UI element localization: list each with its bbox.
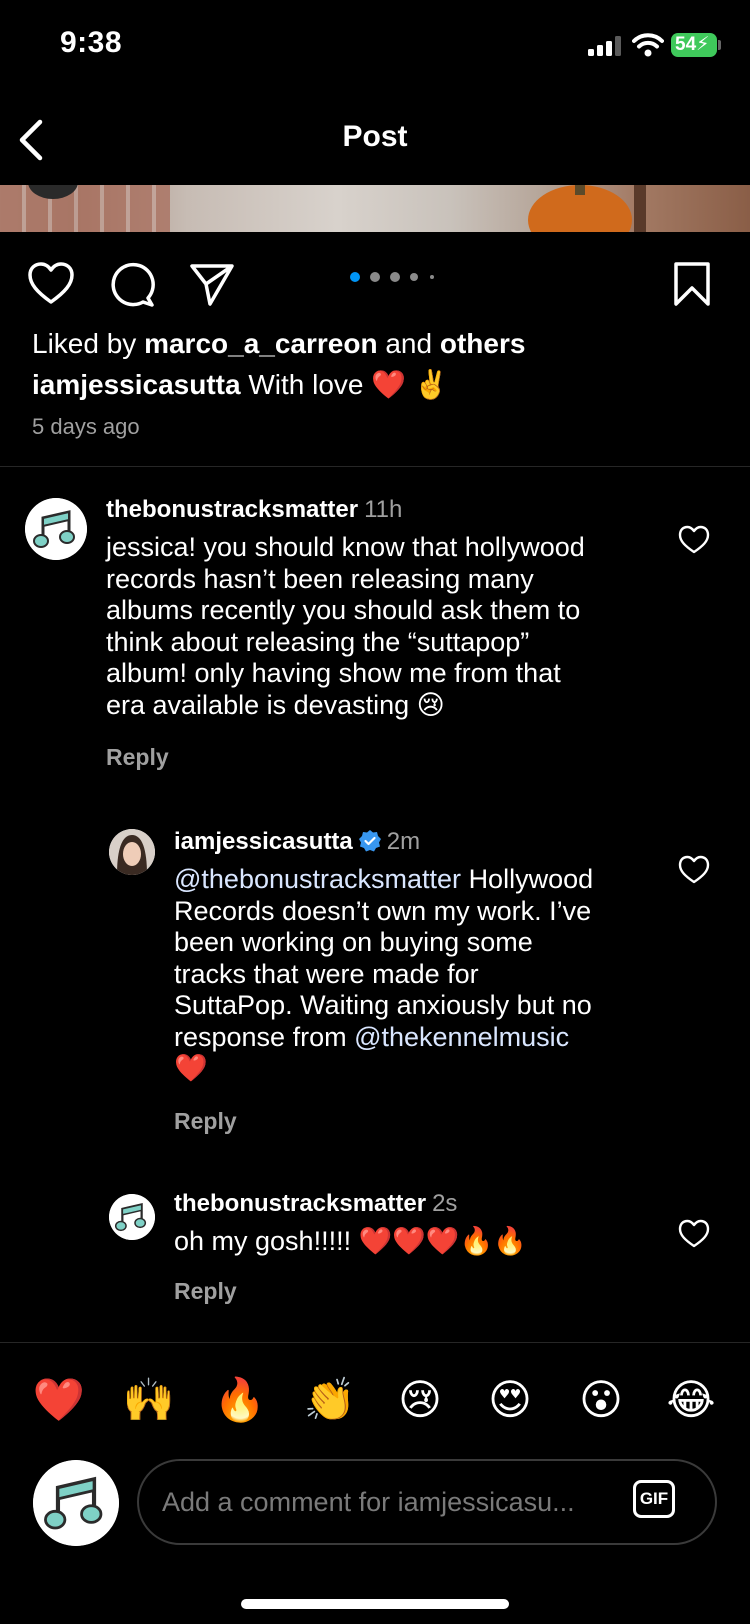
liked-mid: and	[385, 328, 433, 359]
comment-text: jessica! you should know that hollywood …	[106, 532, 646, 721]
comment-segment: Hollywood	[468, 864, 594, 894]
pumpkin-stem	[575, 185, 585, 195]
reply-button[interactable]: Reply	[106, 744, 169, 771]
caption-text: With love ❤️ ✌️	[248, 369, 449, 400]
post-time-ago: 5 days ago	[32, 414, 140, 439]
emoji-fire-button[interactable]: 🔥	[210, 1372, 270, 1428]
comment-line: album! only having show me from that	[106, 658, 561, 688]
home-indicator	[241, 1599, 509, 1609]
comment-line: SuttaPop. Waiting anxiously but no	[174, 990, 592, 1020]
liked-user-link[interactable]: marco_a_carreon	[144, 328, 377, 359]
post-image[interactable]	[0, 185, 750, 232]
comment-line: think about releasing the “suttapop”	[106, 626, 530, 657]
emoji-heart-eyes-button[interactable]: 😍	[480, 1372, 540, 1428]
caption-author-link[interactable]: iamjessicasutta	[32, 369, 241, 400]
comment-line: records hasn’t been releasing many	[106, 563, 534, 594]
verified-badge-icon	[358, 830, 381, 852]
emoji-heart-button[interactable]: ❤️	[29, 1372, 89, 1428]
comment-header: thebonustracksmatter 2s	[174, 1190, 457, 1218]
comment-like-heart-icon[interactable]	[678, 1219, 710, 1249]
bookmark-icon[interactable]	[672, 260, 712, 308]
status-time: 9:38	[60, 26, 123, 59]
battery-indicator: 54⚡	[671, 33, 717, 57]
mention-link[interactable]: @thekennelmusic	[354, 1022, 569, 1052]
comment-like-heart-icon[interactable]	[678, 855, 710, 885]
comment-input-placeholder[interactable]: Add a comment for iamjessicasu...	[162, 1487, 575, 1518]
carousel-dot	[350, 272, 360, 282]
comment-icon[interactable]	[108, 260, 156, 308]
reply-button[interactable]: Reply	[174, 1278, 237, 1305]
comment-line: @thebonustracksmatter Hollywood	[174, 864, 644, 896]
comment-username[interactable]: iamjessicasutta	[174, 828, 353, 855]
avatar[interactable]	[109, 1194, 155, 1240]
comment-username[interactable]: thebonustracksmatter	[174, 1190, 426, 1217]
comment-line: response from @thekennelmusic	[174, 1022, 644, 1054]
liked-prefix: Liked by	[32, 328, 137, 359]
comment-line: tracks that were made for	[174, 958, 479, 989]
comment-time: 2m	[386, 828, 421, 855]
comment-line: Records doesn’t own my work. I’ve	[174, 895, 592, 926]
reply-button[interactable]: Reply	[174, 1108, 237, 1135]
comment-time: 11h	[364, 496, 403, 523]
comment-line: ❤️	[174, 1053, 208, 1083]
wood-post	[634, 185, 646, 232]
divider	[0, 466, 750, 467]
like-heart-icon[interactable]	[27, 260, 75, 308]
emoji-raised-hands-button[interactable]: 🙌	[119, 1372, 179, 1428]
gif-button[interactable]: GIF	[633, 1480, 675, 1518]
comment-line: era available is devasting 😢	[106, 689, 445, 720]
carousel-dot	[410, 273, 418, 281]
mention-link[interactable]: @thebonustracksmatter	[174, 864, 461, 894]
emoji-laughing-button[interactable]: 😂	[661, 1372, 721, 1428]
comment-header: iamjessicasutta 2m	[174, 828, 420, 856]
carousel-dot	[370, 272, 380, 282]
cellular-signal-icon	[588, 36, 621, 56]
comment-segment: response from	[174, 1021, 347, 1052]
comment-line: albums recently you should ask them to	[106, 595, 581, 625]
comment-text: oh my gosh!!!!! ❤️❤️❤️🔥🔥	[174, 1226, 527, 1256]
comment-header: thebonustracksmatter 11h	[106, 496, 402, 524]
brick-wall	[0, 185, 170, 232]
page-title: Post	[342, 120, 408, 153]
divider	[0, 1342, 750, 1343]
likes-summary[interactable]: Liked by marco_a_carreon and others	[32, 328, 525, 360]
comment-like-heart-icon[interactable]	[678, 525, 710, 555]
comment-line: been working on buying some	[174, 927, 533, 957]
my-avatar[interactable]	[33, 1460, 119, 1546]
wifi-icon	[632, 33, 664, 57]
carousel-dot	[390, 272, 400, 282]
share-send-icon[interactable]	[188, 260, 236, 308]
comment-line: jessica! you should know that hollywood	[106, 532, 585, 562]
emoji-clap-button[interactable]: 👏	[300, 1372, 360, 1428]
emoji-quick-bar: ❤️ 🙌 🔥 👏 😢 😍 😮 😂	[0, 1372, 750, 1428]
emoji-crying-button[interactable]: 😢	[390, 1372, 450, 1428]
avatar[interactable]	[109, 829, 155, 875]
liked-others-link[interactable]: others	[440, 328, 526, 359]
battery-cap	[718, 40, 721, 50]
carousel-dot	[430, 275, 434, 279]
post-caption: iamjessicasutta With love ❤️ ✌️	[32, 368, 449, 401]
comment-text: @thebonustracksmatter Hollywood Records …	[174, 864, 644, 1085]
avatar[interactable]	[25, 498, 87, 560]
comment-username[interactable]: thebonustracksmatter	[106, 496, 358, 523]
carousel-dots	[350, 272, 440, 284]
comment-time: 2s	[432, 1190, 458, 1217]
emoji-surprised-button[interactable]: 😮	[571, 1372, 631, 1428]
